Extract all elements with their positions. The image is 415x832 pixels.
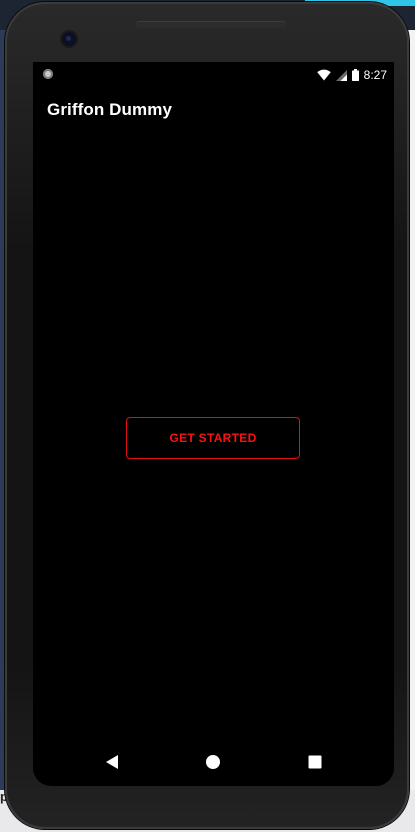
- wifi-icon: [316, 69, 331, 81]
- battery-icon: [351, 69, 359, 81]
- recents-square-icon: [308, 755, 322, 769]
- home-circle-icon: [206, 755, 220, 769]
- back-button[interactable]: [102, 752, 122, 772]
- status-time: 8:27: [363, 68, 387, 82]
- app-title: Griffon Dummy: [47, 100, 173, 119]
- status-bar: 8:27: [33, 62, 394, 88]
- notification-dot-icon: [43, 69, 53, 79]
- back-triangle-icon: [106, 755, 118, 769]
- earpiece-speaker: [136, 21, 286, 28]
- front-camera-icon: [62, 32, 76, 46]
- device-screen: 8:27 Griffon Dummy GET STARTED: [33, 62, 394, 786]
- emulator-phone-frame: 8:27 Griffon Dummy GET STARTED: [5, 2, 409, 829]
- status-icons: 8:27: [316, 67, 387, 83]
- home-button[interactable]: [203, 752, 223, 772]
- recents-button[interactable]: [305, 752, 325, 772]
- signal-icon: [335, 69, 347, 81]
- get-started-button[interactable]: GET STARTED: [126, 417, 300, 459]
- navigation-bar: [33, 738, 394, 786]
